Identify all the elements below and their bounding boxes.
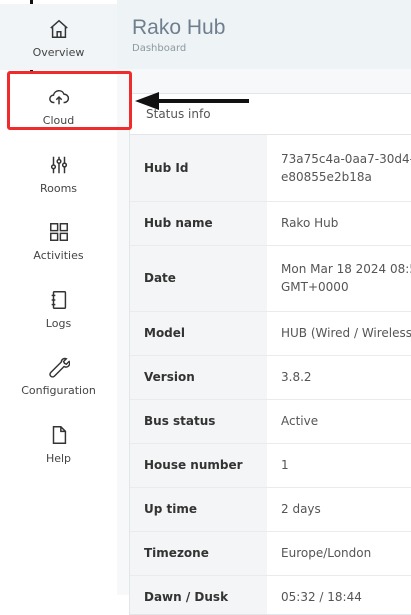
table-row: Hub name Rako Hub xyxy=(130,201,411,246)
panel-title: Status info xyxy=(130,94,411,135)
sidebar-item-label: Rooms xyxy=(39,181,78,195)
row-value: HUB (Wired / Wireless) xyxy=(267,311,411,356)
row-value: 3.8.2 xyxy=(267,355,411,400)
row-key: Hub name xyxy=(130,201,267,246)
table-row: Hub Id 73a75c4a-0aa7-30d4-88b e80855e2b1… xyxy=(130,135,411,202)
wrench-icon xyxy=(46,354,72,380)
row-key: Bus status xyxy=(130,399,267,444)
sidebar-item-label: Cloud xyxy=(42,113,75,127)
sliders-icon xyxy=(46,152,72,178)
row-key: Version xyxy=(130,355,267,400)
sidebar-item-help[interactable]: Help xyxy=(0,410,117,476)
table-row: Timezone Europe/London xyxy=(130,531,411,576)
main-content: Status info Hub Id 73a75c4a-0aa7-30d4-88… xyxy=(117,69,411,615)
breadcrumb: Dashboard xyxy=(132,43,187,54)
row-value: 05:32 / 18:44 xyxy=(267,575,411,614)
row-key: Hub Id xyxy=(130,135,267,202)
table-row: House number 1 xyxy=(130,443,411,488)
notebook-icon xyxy=(46,287,72,313)
grid-icon xyxy=(46,219,72,245)
document-icon xyxy=(46,422,72,448)
row-value: Europe/London xyxy=(267,531,411,576)
sidebar-item-configuration[interactable]: Configuration xyxy=(0,342,117,408)
row-value-line: GMT+0000 xyxy=(281,280,349,294)
row-key: House number xyxy=(130,443,267,488)
row-value-line: e80855e2b18a xyxy=(281,169,372,184)
sidebar: Overview Cloud Rooms Activities Logs Con… xyxy=(0,0,118,595)
sidebar-item-overview[interactable]: Overview xyxy=(0,4,117,70)
sidebar-item-label: Activities xyxy=(33,248,84,262)
status-info-panel: Status info Hub Id 73a75c4a-0aa7-30d4-88… xyxy=(129,93,411,615)
sidebar-item-label: Help xyxy=(45,451,72,465)
sidebar-item-label: Configuration xyxy=(21,383,96,397)
row-key: Model xyxy=(130,311,267,356)
table-row: Model HUB (Wired / Wireless) xyxy=(130,311,411,356)
row-value: Mon Mar 18 2024 08:51:1 GMT+0000 xyxy=(267,245,411,312)
table-row: Version 3.8.2 xyxy=(130,355,411,400)
home-icon xyxy=(46,16,72,42)
row-key: Up time xyxy=(130,487,267,532)
table-row: Up time 2 days xyxy=(130,487,411,532)
row-value: 73a75c4a-0aa7-30d4-88b e80855e2b18a xyxy=(267,135,411,202)
row-value: Active xyxy=(267,399,411,444)
table-row: Bus status Active xyxy=(130,399,411,444)
page-title: Rako Hub xyxy=(132,16,226,39)
sidebar-item-cloud[interactable]: Cloud xyxy=(0,72,117,138)
status-table: Hub Id 73a75c4a-0aa7-30d4-88b e80855e2b1… xyxy=(130,135,411,614)
page-header: Rako Hub Dashboard xyxy=(117,0,411,70)
row-key: Timezone xyxy=(130,531,267,576)
row-key: Date xyxy=(130,245,267,312)
table-row: Date Mon Mar 18 2024 08:51:1 GMT+0000 xyxy=(130,245,411,312)
table-row: Dawn / Dusk 05:32 / 18:44 xyxy=(130,575,411,614)
sidebar-item-label: Logs xyxy=(45,316,72,330)
sidebar-item-rooms[interactable]: Rooms xyxy=(0,140,117,206)
row-value: 2 days xyxy=(267,487,411,532)
sidebar-item-logs[interactable]: Logs xyxy=(0,275,117,341)
sidebar-item-activities[interactable]: Activities xyxy=(0,207,117,273)
row-value-line: Mon Mar 18 2024 08:51:1 xyxy=(281,262,411,276)
cloud-upload-icon xyxy=(46,84,72,110)
row-key: Dawn / Dusk xyxy=(130,575,267,614)
row-value: 1 xyxy=(267,443,411,488)
sidebar-item-label: Overview xyxy=(32,45,85,59)
row-value: Rako Hub xyxy=(267,201,411,246)
row-value-line: 73a75c4a-0aa7-30d4-88b xyxy=(281,151,411,166)
